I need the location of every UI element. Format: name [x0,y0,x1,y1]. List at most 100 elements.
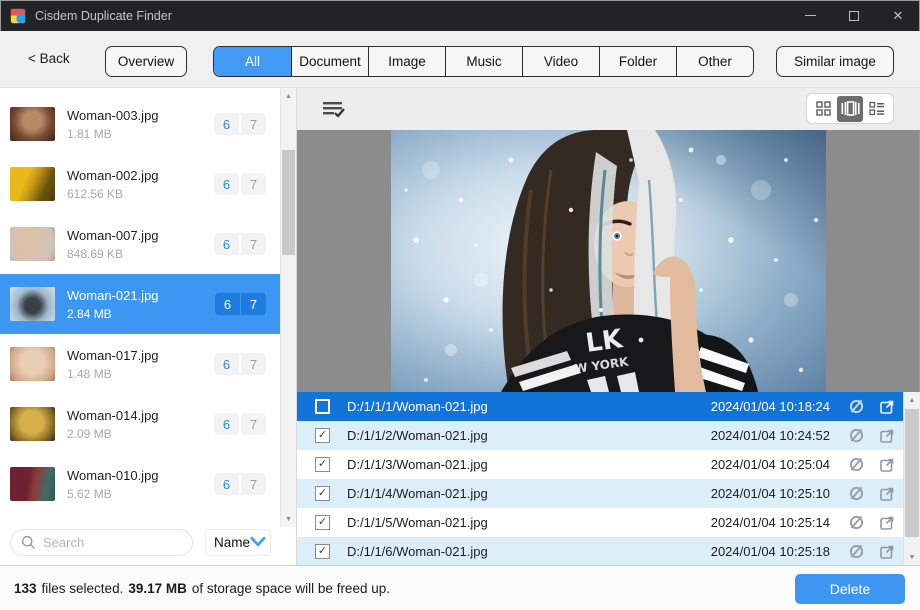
file-name: Woman-007.jpg [67,228,159,243]
scrollbar-thumb[interactable] [905,409,919,537]
sort-dropdown[interactable]: Name [205,529,271,556]
group-item[interactable]: Woman-002.jpg 612.56 KB 6 7 [0,154,280,214]
scroll-up-icon[interactable]: ▲ [904,392,920,408]
eye-slash-icon [848,398,865,415]
open-file-button[interactable] [879,428,895,444]
scroll-down-icon[interactable]: ▼ [904,549,920,565]
hide-file-button[interactable] [848,427,865,444]
file-path: D:/1/1/2/Woman-021.jpg [347,428,711,443]
count-badges: 6 7 [214,113,266,135]
scrollbar-thumb[interactable] [282,150,295,255]
hide-file-button[interactable] [848,543,865,560]
external-link-icon [879,486,895,502]
maximize-icon [849,11,859,21]
hide-file-button[interactable] [848,485,865,502]
duplicate-file-row[interactable]: ✓ D:/1/1/5/Woman-021.jpg 2024/01/04 10:2… [297,508,903,537]
thumbnail [10,287,55,321]
file-date: 2024/01/04 10:25:10 [711,486,830,501]
total-count-badge: 7 [241,353,266,375]
title-bar: Cisdem Duplicate Finder ✕ [0,0,920,31]
tab-other[interactable]: Other [676,47,753,76]
count-badges: 6 7 [214,413,266,435]
selected-count-badge: 6 [214,353,239,375]
overview-button[interactable]: Overview [105,46,187,77]
tab-video[interactable]: Video [522,47,599,76]
tab-folder[interactable]: Folder [599,47,676,76]
file-date: 2024/01/04 10:25:14 [711,515,830,530]
duplicate-file-list: D:/1/1/1/Woman-021.jpg 2024/01/04 10:18:… [297,392,920,565]
file-name: Woman-017.jpg [67,348,159,363]
list-view-button[interactable] [863,96,890,122]
file-date: 2024/01/04 10:25:04 [711,457,830,472]
tab-all[interactable]: All [214,47,291,76]
file-date: 2024/01/04 10:24:52 [711,428,830,443]
group-item-selected[interactable]: Woman-021.jpg 2.84 MB 6 7 [0,274,280,334]
total-count-badge: 7 [241,473,266,495]
file-checkbox-checked[interactable]: ✓ [315,486,330,501]
file-size: 5.62 MB [67,487,159,501]
preview-photo[interactable]: LK W YORK [391,130,826,392]
selected-count-badge: 6 [214,473,239,495]
eye-slash-icon [848,456,865,473]
duplicate-file-row[interactable]: ✓ D:/1/1/6/Woman-021.jpg 2024/01/04 10:2… [297,537,903,565]
chevron-down-icon [250,536,266,548]
file-checkbox-checked[interactable]: ✓ [315,544,330,559]
group-item[interactable]: Woman-017.jpg 1.48 MB 6 7 [0,334,280,394]
file-checkbox-checked[interactable]: ✓ [315,457,330,472]
duplicate-file-row[interactable]: D:/1/1/1/Woman-021.jpg 2024/01/04 10:18:… [297,392,903,421]
open-file-button[interactable] [879,457,895,473]
group-item[interactable]: Woman-014.jpg 2.09 MB 6 7 [0,394,280,454]
thumbnail [10,167,55,201]
hide-file-button[interactable] [848,456,865,473]
tab-image[interactable]: Image [368,47,445,76]
open-file-button[interactable] [879,486,895,502]
file-date: 2024/01/04 10:18:24 [711,399,830,414]
tab-music[interactable]: Music [445,47,522,76]
file-checkbox-unchecked[interactable] [315,399,330,414]
delete-button[interactable]: Delete [795,574,905,604]
duplicate-file-row[interactable]: ✓ D:/1/1/4/Woman-021.jpg 2024/01/04 10:2… [297,479,903,508]
hide-file-button[interactable] [848,398,865,415]
view-mode-toggle [806,93,894,124]
minimize-button[interactable] [788,0,832,31]
maximize-button[interactable] [832,0,876,31]
group-item[interactable]: Woman-010.jpg 5.62 MB 6 7 [0,454,280,514]
count-badges: 6 7 [215,293,266,315]
carousel-view-button[interactable] [837,96,864,122]
back-button[interactable]: < Back [28,51,70,66]
duplicate-file-row[interactable]: ✓ D:/1/1/2/Woman-021.jpg 2024/01/04 10:2… [297,421,903,450]
filelist-scrollbar[interactable]: ▲ ▼ [903,392,920,565]
open-file-button[interactable] [879,515,895,531]
tab-document[interactable]: Document [291,47,368,76]
file-name: Woman-021.jpg [67,288,159,303]
duplicate-file-row[interactable]: ✓ D:/1/1/3/Woman-021.jpg 2024/01/04 10:2… [297,450,903,479]
open-file-button[interactable] [879,544,895,560]
group-item[interactable]: Woman-003.jpg 1.81 MB 6 7 [0,94,280,154]
search-input[interactable] [10,529,193,556]
count-badges: 6 7 [214,353,266,375]
thumbnail [10,107,55,141]
file-path: D:/1/1/4/Woman-021.jpg [347,486,711,501]
file-date: 2024/01/04 10:25:18 [711,544,830,559]
open-file-button[interactable] [879,399,895,415]
close-button[interactable]: ✕ [876,0,920,31]
group-item[interactable]: Woman-007.jpg 848.69 KB 6 7 [0,214,280,274]
total-count-badge: 7 [241,233,266,255]
select-list-button[interactable] [322,100,346,123]
file-path: D:/1/1/6/Woman-021.jpg [347,544,711,559]
category-tabs: All Document Image Music Video Folder Ot… [213,46,754,77]
sidebar-scrollbar[interactable]: ▲ ▼ [280,88,296,527]
hide-file-button[interactable] [848,514,865,531]
file-size: 612.56 KB [67,187,159,201]
scroll-down-icon[interactable]: ▼ [281,511,296,527]
thumbnail [10,407,55,441]
count-badges: 6 7 [214,473,266,495]
file-path: D:/1/1/5/Woman-021.jpg [347,515,711,530]
scroll-up-icon[interactable]: ▲ [281,88,296,104]
file-checkbox-checked[interactable]: ✓ [315,428,330,443]
app-logo-icon [10,8,26,24]
similar-image-button[interactable]: Similar image [776,46,894,77]
grid-view-button[interactable] [810,96,837,122]
file-checkbox-checked[interactable]: ✓ [315,515,330,530]
freed-size: 39.17 MB [128,581,187,596]
